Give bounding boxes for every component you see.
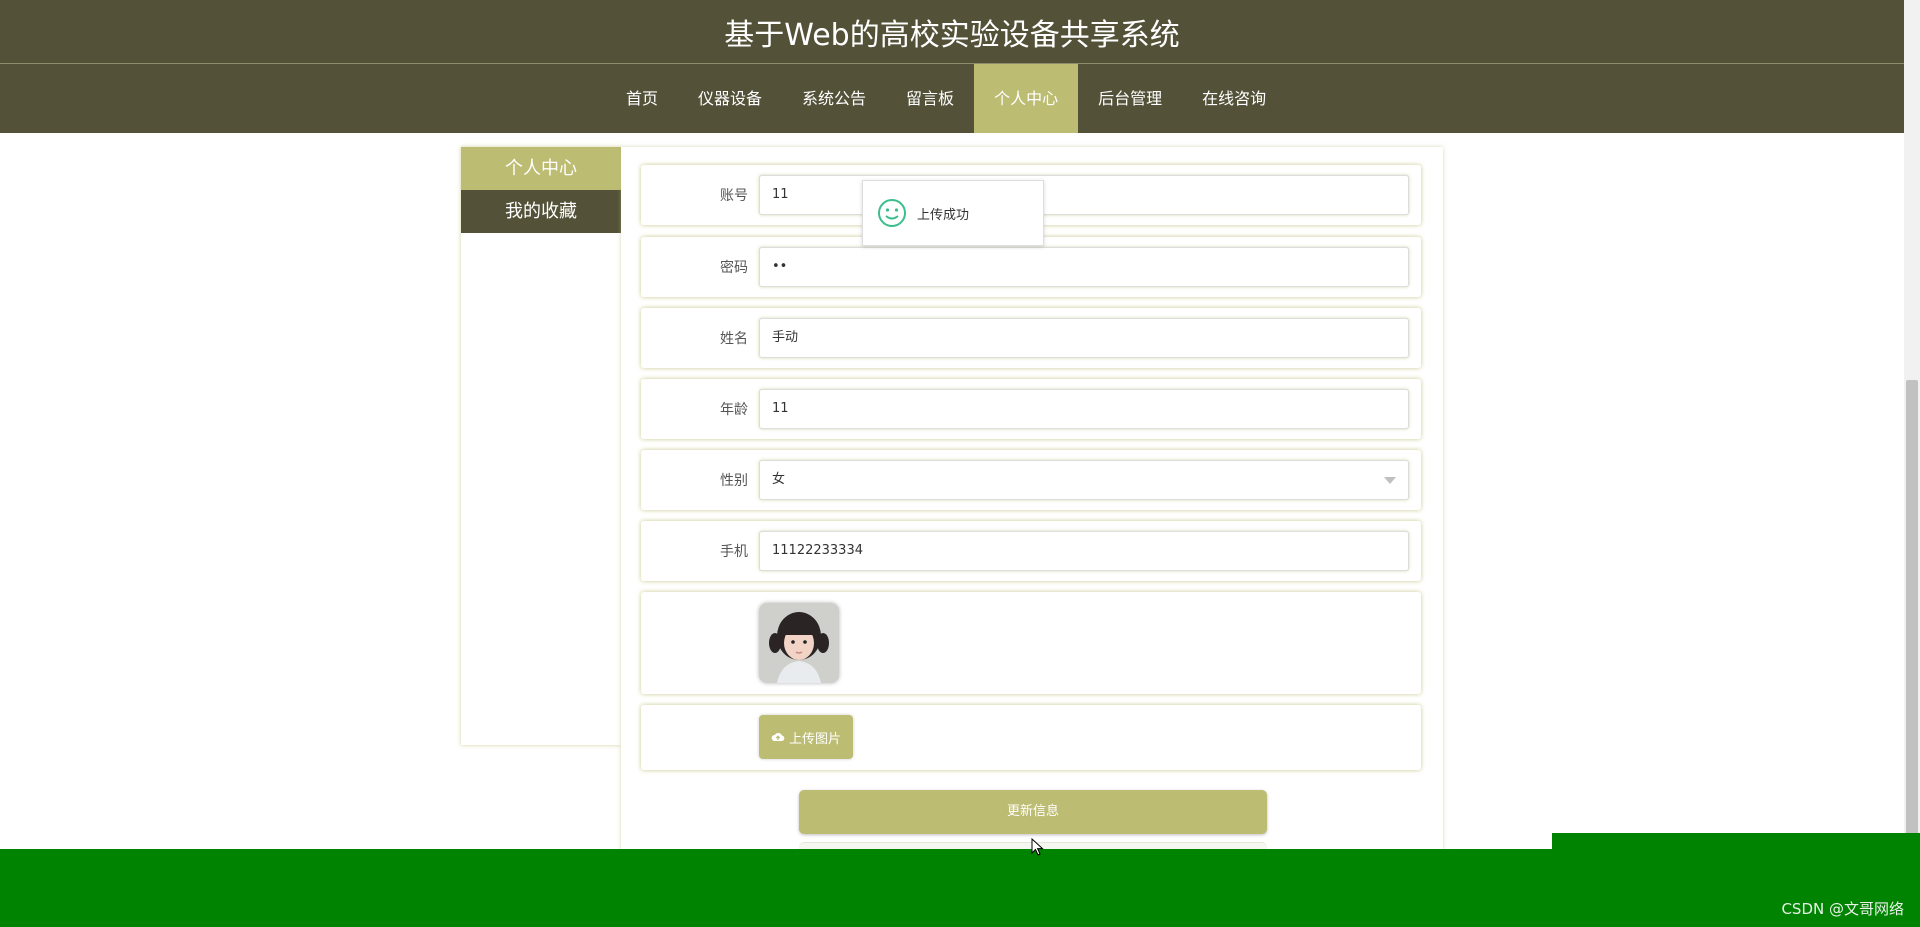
page-scrollbar[interactable] [1904,0,1920,850]
phone-row: 手机 11122233334 [641,521,1421,581]
chevron-down-icon [1384,477,1396,484]
password-input[interactable]: •• [759,247,1409,287]
name-label: 姓名 [720,331,748,347]
name-input[interactable]: 手动 [759,318,1409,358]
nav-item-admin[interactable]: 后台管理 [1078,64,1182,133]
bottom-band-notch [1552,833,1920,849]
upload-row: 上传图片 [641,705,1421,770]
smile-icon [878,199,906,227]
upload-image-label: 上传图片 [788,731,841,747]
nav-item-personal-center[interactable]: 个人中心 [974,64,1079,133]
gender-row: 性别 女 [641,450,1421,510]
nav-item-announcements[interactable]: 系统公告 [782,64,886,133]
password-row: 密码 •• [641,237,1421,297]
gender-value: 女 [772,472,786,487]
phone-label: 手机 [720,544,748,560]
account-label: 账号 [720,188,748,204]
main-nav: 首页 仪器设备 系统公告 留言板 个人中心 后台管理 在线咨询 [0,64,1904,133]
age-input[interactable]: 11 [759,389,1409,429]
nav-item-message-board[interactable]: 留言板 [886,64,974,133]
toast-message: 上传成功 [917,207,970,223]
nav-item-home[interactable]: 首页 [606,64,678,133]
nav-item-instruments[interactable]: 仪器设备 [678,64,782,133]
update-info-button[interactable]: 更新信息 [799,790,1267,834]
upload-success-toast: 上传成功 [862,180,1044,246]
profile-form: 账号 11 密码 •• 姓名 手动 年龄 11 性别 女 手机 11122233… [621,147,1443,851]
age-row: 年龄 11 [641,379,1421,439]
cloud-upload-icon [771,732,785,741]
sidebar: 个人中心 我的收藏 [461,147,621,745]
site-title: 基于Web的高校实验设备共享系统 [724,18,1180,53]
password-label: 密码 [720,260,748,276]
gender-select[interactable]: 女 [759,460,1409,500]
upload-image-button[interactable]: 上传图片 [759,715,853,759]
bottom-green-band: CSDN @文哥网络 [0,849,1920,927]
scrollbar-thumb[interactable] [1906,380,1918,850]
age-label: 年龄 [720,402,748,418]
avatar [759,603,839,683]
site-header: 基于Web的高校实验设备共享系统 [0,0,1904,64]
sidebar-item-personal-center[interactable]: 个人中心 [461,147,621,190]
sidebar-item-favorites[interactable]: 我的收藏 [461,190,621,233]
mouse-cursor-icon [1031,838,1044,856]
nav-item-online-consult[interactable]: 在线咨询 [1182,64,1286,133]
name-row: 姓名 手动 [641,308,1421,368]
account-input[interactable]: 11 [759,175,1409,215]
avatar-photo [759,603,839,683]
avatar-row [641,592,1421,694]
watermark: CSDN @文哥网络 [1781,900,1904,918]
gender-label: 性别 [720,473,748,489]
phone-input[interactable]: 11122233334 [759,531,1409,571]
